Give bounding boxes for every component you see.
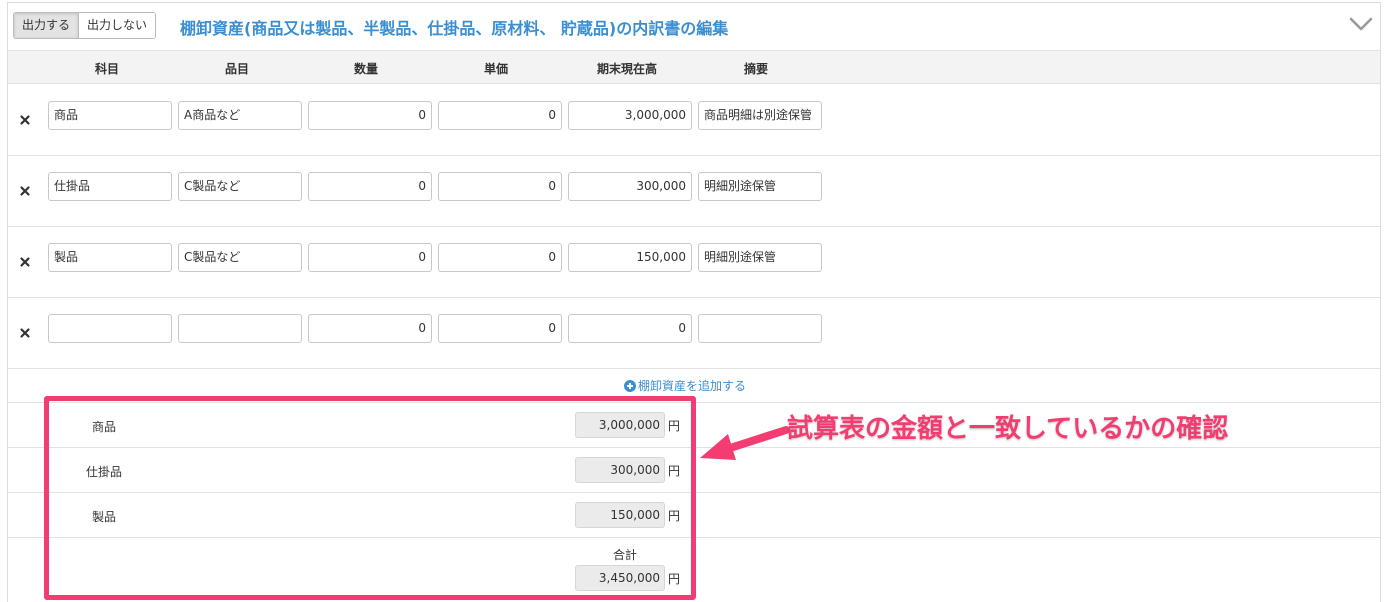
kimatsu-field[interactable]: 150,000 (568, 243, 692, 272)
kimatsu-field[interactable]: 0 (568, 314, 692, 343)
column-header-tanka: 単価 (483, 62, 508, 76)
output-off-button[interactable]: 出力しない (78, 13, 156, 38)
summary-label: 製品 (92, 510, 117, 524)
panel-title: 棚卸資産(商品又は製品、半製品、仕掛品、原材料、 貯蔵品)の内訳書の編集 (180, 19, 729, 38)
annotation-arrow (690, 420, 790, 476)
add-inventory-link[interactable]: 棚卸資産を追加する (624, 377, 746, 394)
column-header-tekiyo: 摘要 (743, 62, 768, 76)
panel-header: 出力する 出力しない 棚卸資産(商品又は製品、半製品、仕掛品、原材料、 貯蔵品)… (8, 3, 1380, 49)
chevron-down-icon[interactable] (1348, 13, 1374, 35)
column-header-kimatsu: 期末現在高 (596, 62, 657, 76)
column-header-himoku: 品目 (224, 62, 249, 76)
output-on-button[interactable]: 出力する (14, 13, 79, 38)
total-label: 合計 (613, 548, 638, 562)
table-header: 科目 品目 数量 単価 期末現在高 摘要 (8, 50, 1380, 84)
column-header-kamoku: 科目 (94, 62, 119, 76)
close-icon[interactable] (18, 255, 32, 269)
close-icon[interactable] (18, 326, 32, 340)
table-row: 商品 A商品など 0 0 3,000,000 商品明細は別途保管 (8, 85, 1380, 156)
table-row: 0 0 0 (8, 298, 1380, 369)
summary-label: 商品 (92, 420, 117, 434)
suryo-field[interactable]: 0 (308, 314, 432, 343)
plus-circle-icon (624, 379, 636, 392)
output-toggle: 出力する 出力しない (13, 12, 157, 39)
tekiyo-field[interactable]: 商品明細は別途保管 (698, 101, 822, 130)
suryo-field[interactable]: 0 (308, 172, 432, 201)
inventory-breakdown-panel: 出力する 出力しない 棚卸資産(商品又は製品、半製品、仕掛品、原材料、 貯蔵品)… (7, 2, 1381, 602)
tekiyo-field[interactable]: 明細別途保管 (698, 172, 822, 201)
summary-value: 300,000 (575, 457, 665, 483)
close-icon[interactable] (18, 113, 32, 127)
himoku-field[interactable]: A商品など (178, 101, 302, 130)
summary-label: 仕掛品 (86, 465, 123, 479)
summary-value: 3,000,000 (575, 412, 665, 438)
suryo-field[interactable]: 0 (308, 243, 432, 272)
kamoku-field[interactable]: 商品 (48, 101, 172, 130)
summary-total-row: 合計 3,450,000 円 (8, 538, 1380, 602)
himoku-field[interactable]: C製品など (178, 172, 302, 201)
kamoku-field[interactable] (48, 314, 172, 343)
annotation-text: 試算表の金額と一致しているかの確認 (787, 414, 1229, 444)
himoku-field[interactable] (178, 314, 302, 343)
yen-unit: 円 (668, 419, 681, 433)
yen-unit: 円 (668, 572, 681, 586)
suryo-field[interactable]: 0 (308, 101, 432, 130)
tanka-field[interactable]: 0 (438, 172, 562, 201)
summary-row: 製品 150,000 円 (8, 493, 1380, 538)
kimatsu-field[interactable]: 300,000 (568, 172, 692, 201)
total-value: 3,450,000 (575, 565, 665, 591)
kamoku-field[interactable]: 製品 (48, 243, 172, 272)
tanka-field[interactable]: 0 (438, 314, 562, 343)
himoku-field[interactable]: C製品など (178, 243, 302, 272)
add-row-area: 棚卸資産を追加する (8, 368, 1380, 403)
kamoku-field[interactable]: 仕掛品 (48, 172, 172, 201)
tekiyo-field[interactable] (698, 314, 822, 343)
add-inventory-label: 棚卸資産を追加する (638, 379, 747, 393)
yen-unit: 円 (668, 509, 681, 523)
summary-value: 150,000 (575, 502, 665, 528)
kimatsu-field[interactable]: 3,000,000 (568, 101, 692, 130)
tanka-field[interactable]: 0 (438, 101, 562, 130)
yen-unit: 円 (668, 464, 681, 478)
tekiyo-field[interactable]: 明細別途保管 (698, 243, 822, 272)
close-icon[interactable] (18, 184, 32, 198)
tanka-field[interactable]: 0 (438, 243, 562, 272)
table-row: 仕掛品 C製品など 0 0 300,000 明細別途保管 (8, 156, 1380, 227)
table-row: 製品 C製品など 0 0 150,000 明細別途保管 (8, 227, 1380, 298)
column-header-suryo: 数量 (353, 62, 378, 76)
